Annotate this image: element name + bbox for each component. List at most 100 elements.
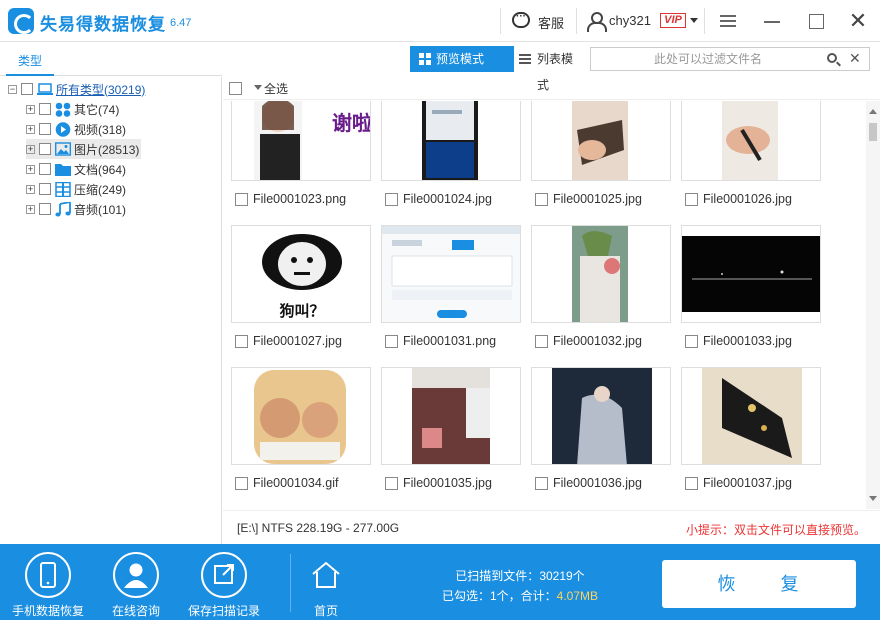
file-name[interactable]: File0001031.png — [385, 334, 496, 348]
scrollbar-thumb[interactable] — [869, 123, 877, 141]
checkbox[interactable] — [39, 123, 51, 135]
username[interactable]: chy321 — [609, 13, 651, 28]
tree-root[interactable]: − 所有类型(30219) — [8, 79, 145, 99]
thumbnail[interactable] — [681, 225, 821, 323]
tree-item-document[interactable]: + 文档(964) — [26, 159, 126, 179]
thumbnail[interactable] — [381, 225, 521, 323]
tab-type[interactable]: 类型 — [6, 51, 54, 76]
thumbnail[interactable] — [681, 367, 821, 465]
tree-item-audio[interactable]: + 音频(101) — [26, 199, 126, 219]
checkbox[interactable] — [385, 192, 398, 206]
expand-icon[interactable]: + — [26, 204, 35, 214]
maximize-icon[interactable] — [804, 10, 828, 32]
tree-item-label[interactable]: 压缩(249) — [74, 181, 126, 198]
checkbox[interactable] — [535, 476, 548, 490]
file-name-label: File0001036.jpg — [553, 476, 642, 490]
search-icon[interactable] — [827, 53, 837, 63]
tree-item-other[interactable]: + 其它(74) — [26, 99, 119, 119]
file-name[interactable]: File0001034.gif — [235, 476, 338, 490]
expand-icon[interactable]: + — [26, 124, 35, 134]
expand-icon[interactable]: + — [26, 164, 35, 174]
phone-recovery-button[interactable]: 手机数据恢复 — [8, 544, 88, 620]
checkbox[interactable] — [235, 476, 248, 490]
checkbox[interactable] — [39, 163, 51, 175]
tree-root-label[interactable]: 所有类型(30219) — [56, 81, 145, 98]
chevron-down-icon[interactable] — [690, 18, 698, 27]
chat-icon[interactable] — [512, 11, 530, 28]
checkbox[interactable] — [39, 103, 51, 115]
file-name[interactable]: File0001037.jpg — [685, 476, 792, 490]
file-name[interactable]: File0001023.png — [235, 192, 346, 206]
checkbox[interactable] — [535, 334, 548, 348]
scanned-count: 30219个 — [539, 569, 585, 583]
save-scan-button[interactable]: 保存扫描记录 — [184, 544, 264, 620]
checkbox[interactable] — [21, 83, 33, 95]
checkbox[interactable] — [385, 476, 398, 490]
expand-icon[interactable]: + — [26, 104, 35, 114]
divider — [500, 8, 501, 34]
scanned-label: 已扫描到文件： — [455, 569, 540, 583]
file-name[interactable]: File0001035.jpg — [385, 476, 492, 490]
thumbnail[interactable] — [381, 101, 521, 181]
tree-item-label[interactable]: 文档(964) — [74, 161, 126, 178]
tree-item-archive[interactable]: + 压缩(249) — [26, 179, 126, 199]
select-all-label[interactable]: 全选 — [264, 80, 288, 97]
clear-icon[interactable]: ✕ — [849, 50, 861, 67]
thumbnail[interactable] — [531, 101, 671, 181]
checkbox[interactable] — [685, 476, 698, 490]
tree-item-video[interactable]: + 视频(318) — [26, 119, 126, 139]
checkbox[interactable] — [39, 183, 51, 195]
home-button[interactable]: 首页 — [286, 544, 366, 620]
thumbnail[interactable] — [381, 367, 521, 465]
expand-icon[interactable]: + — [26, 144, 35, 154]
file-name[interactable]: File0001027.jpg — [235, 334, 342, 348]
checkbox[interactable] — [685, 192, 698, 206]
thumbnail[interactable] — [231, 367, 371, 465]
online-consult-button[interactable]: 在线咨询 — [96, 544, 176, 620]
tree-item-picture[interactable]: + 图片(28513) — [26, 139, 142, 159]
file-name[interactable]: File0001036.jpg — [535, 476, 642, 490]
collapse-icon[interactable]: − — [8, 84, 17, 94]
minimize-icon[interactable] — [760, 10, 784, 32]
file-name[interactable]: File0001026.jpg — [685, 192, 792, 206]
tree-item-label[interactable]: 音频(101) — [74, 201, 126, 218]
user-icon[interactable] — [587, 12, 607, 32]
list-mode-button[interactable]: 列表模式 — [503, 46, 583, 92]
checkbox[interactable] — [235, 334, 248, 348]
thumbnail[interactable] — [531, 225, 671, 323]
expand-icon[interactable]: + — [26, 184, 35, 194]
filter-input[interactable] — [595, 50, 821, 68]
file-name[interactable]: File0001033.jpg — [685, 334, 792, 348]
thumbnail[interactable] — [681, 101, 821, 181]
recover-button[interactable]: 恢 复 — [662, 560, 856, 608]
vip-badge[interactable]: VIP — [660, 13, 686, 28]
scroll-up-icon[interactable] — [869, 105, 877, 114]
checkbox[interactable] — [235, 192, 248, 206]
thumbnail[interactable]: 狗叫？ — [231, 225, 371, 323]
checkbox[interactable] — [385, 334, 398, 348]
file-name-label: File0001025.jpg — [553, 192, 642, 206]
tree-item-label[interactable]: 图片(28513) — [74, 141, 139, 158]
chevron-down-icon[interactable] — [254, 85, 262, 94]
divider — [576, 8, 577, 34]
thumbnail[interactable]: 谢啦 — [231, 101, 371, 181]
checkbox[interactable] — [685, 334, 698, 348]
tree-item-label[interactable]: 其它(74) — [74, 101, 119, 118]
checkbox[interactable] — [535, 192, 548, 206]
scanned-line: 已扫描到文件：30219个 — [420, 566, 620, 586]
scroll-down-icon[interactable] — [869, 496, 877, 505]
checkbox[interactable] — [39, 143, 51, 155]
thumbnail[interactable] — [531, 367, 671, 465]
preview-mode-button[interactable]: 预览模式 — [410, 46, 514, 72]
select-all-checkbox[interactable] — [229, 81, 242, 95]
file-name-label: File0001037.jpg — [703, 476, 792, 490]
file-name[interactable]: File0001032.jpg — [535, 334, 642, 348]
file-name[interactable]: File0001024.jpg — [385, 192, 492, 206]
tree-item-label[interactable]: 视频(318) — [74, 121, 126, 138]
close-icon[interactable]: ✕ — [846, 10, 870, 32]
menu-icon[interactable] — [716, 10, 740, 32]
customer-service-button[interactable]: 客服 — [538, 13, 564, 32]
file-name[interactable]: File0001025.jpg — [535, 192, 642, 206]
checkbox[interactable] — [39, 203, 51, 215]
vertical-scrollbar[interactable] — [866, 101, 880, 509]
